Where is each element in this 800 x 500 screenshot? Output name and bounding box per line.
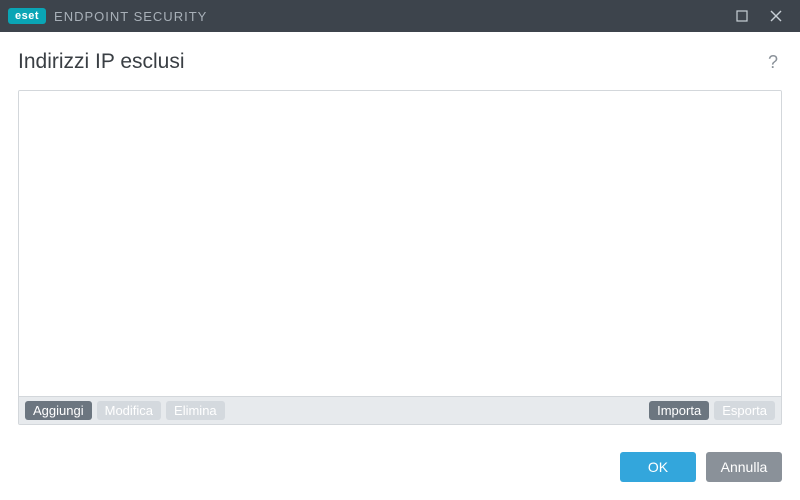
dialog-footer: OK Annulla: [0, 438, 800, 500]
add-button[interactable]: Aggiungi: [25, 401, 92, 420]
titlebar: eset ENDPOINT SECURITY: [0, 0, 800, 32]
import-button[interactable]: Importa: [649, 401, 709, 420]
brand-logo: eset: [8, 8, 46, 24]
ok-button[interactable]: OK: [620, 452, 696, 482]
minimize-icon[interactable]: [734, 8, 750, 24]
page-title: Indirizzi IP esclusi: [18, 50, 764, 74]
edit-button: Modifica: [97, 401, 161, 420]
window-controls: [734, 8, 792, 24]
cancel-button[interactable]: Annulla: [706, 452, 782, 482]
help-icon[interactable]: ?: [764, 52, 782, 73]
page-header: Indirizzi IP esclusi ?: [18, 50, 782, 74]
list-toolbar: Aggiungi Modifica Elimina Importa Esport…: [19, 396, 781, 424]
export-button: Esporta: [714, 401, 775, 420]
ip-list[interactable]: [19, 91, 781, 396]
app-title: ENDPOINT SECURITY: [54, 9, 734, 24]
ip-list-container: Aggiungi Modifica Elimina Importa Esport…: [18, 90, 782, 425]
delete-button: Elimina: [166, 401, 225, 420]
close-icon[interactable]: [768, 8, 784, 24]
